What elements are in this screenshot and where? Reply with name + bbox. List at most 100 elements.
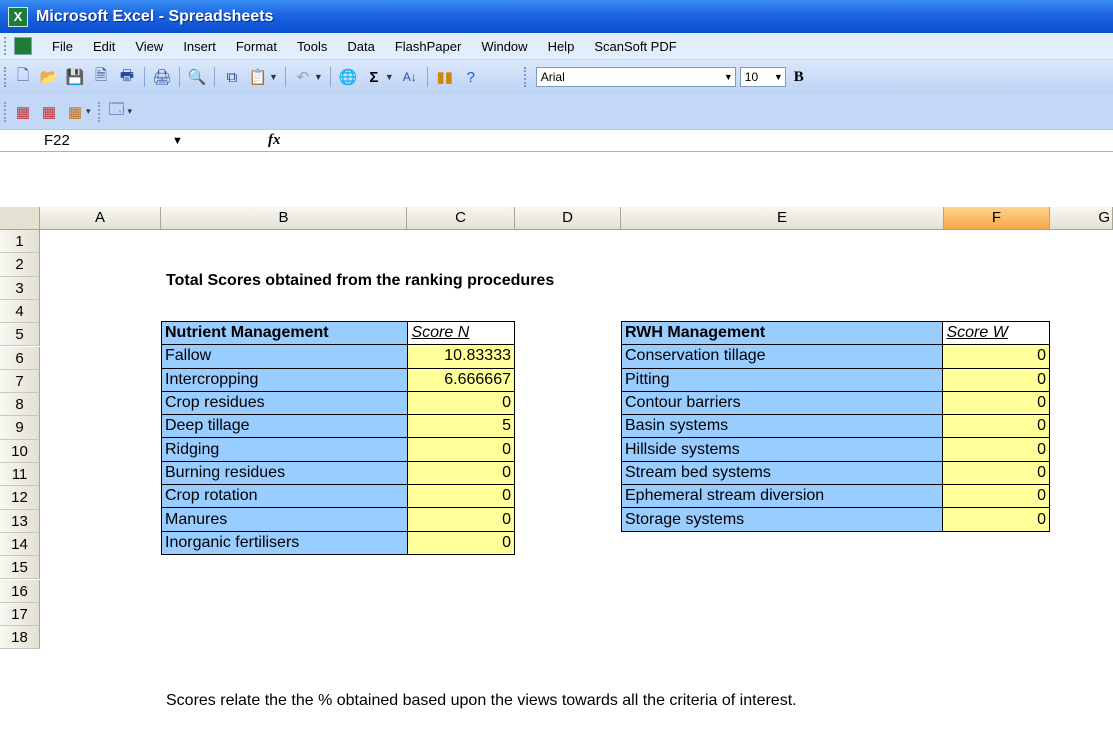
rwh-row-score[interactable]: 0 [942,460,1050,486]
row-header[interactable]: 7 [0,369,40,394]
menu-view[interactable]: View [125,39,173,54]
nutrient-row-score[interactable]: 0 [407,390,515,416]
column-header-d[interactable]: D [515,207,621,230]
row-header[interactable]: 17 [0,602,40,627]
column-header-c[interactable]: C [407,207,515,230]
hyperlink-icon[interactable]: 🌐 [337,66,359,88]
nutrient-row-label[interactable]: Burning residues [160,460,409,486]
nutrient-row-score[interactable]: 6.666667 [407,367,515,392]
rwh-row-label[interactable]: Conservation tillage [620,344,944,369]
rwh-row-label[interactable]: Ephemeral stream diversion [620,484,944,509]
menu-tools[interactable]: Tools [287,39,337,54]
row-header[interactable]: 11 [0,463,40,487]
toolbar-grip-icon[interactable] [523,67,530,87]
paste-dropdown-icon[interactable]: ▼ [269,72,278,82]
undo-icon[interactable]: ↶ [292,66,314,88]
rwh-row-label[interactable]: Storage systems [620,507,944,532]
worksheet-grid[interactable]: A B C D E F G 1 2 3 4 5 6 7 8 9 10 11 12 13 14 15 16 17 1… [0,152,1113,738]
row-header[interactable]: 18 [0,626,40,650]
nutrient-row-label[interactable]: Fallow [160,344,409,369]
bold-button[interactable]: B [794,69,804,86]
nutrient-row-score[interactable]: 0 [407,437,515,462]
name-box[interactable]: F22 ▼ [0,130,183,151]
paste-icon[interactable]: 📋 [247,66,269,88]
row-header[interactable]: 14 [0,532,40,557]
row-header[interactable]: 16 [0,579,40,603]
rwh-row-label[interactable]: Pitting [620,367,944,392]
flashpaper-options-icon[interactable]: ▾ [128,106,133,117]
workbook-icon[interactable] [14,37,32,55]
print-icon[interactable]: 🖨 [151,66,173,88]
column-header-g[interactable]: G [1050,207,1113,230]
nutrient-row-score[interactable]: 0 [407,460,515,486]
row-header[interactable]: 12 [0,486,40,510]
menu-window[interactable]: Window [471,39,537,54]
open-icon[interactable]: 📂 [38,66,60,88]
rwh-row-label[interactable]: Stream bed systems [620,460,944,486]
rwh-row-score[interactable]: 0 [942,437,1050,462]
menu-help[interactable]: Help [538,39,585,54]
rwh-header-score[interactable]: Score W [942,320,1050,346]
excel-app-icon[interactable]: X [8,6,28,27]
pdf-toolbar-options-icon[interactable]: ▾ [86,106,91,117]
email-icon[interactable]: 🖶 [116,66,138,88]
rwh-header-label[interactable]: RWH Management [620,320,944,346]
nutrient-row-label[interactable]: Intercropping [160,367,409,392]
nutrient-row-label[interactable]: Deep tillage [160,414,409,439]
copy-icon[interactable]: ⧉ [221,66,243,88]
font-size-select[interactable]: 10 ▼ [739,67,786,87]
nutrient-row-label[interactable]: Manures [160,507,409,532]
menu-format[interactable]: Format [226,39,287,54]
flashpaper-icon[interactable]: 🗔 [106,101,128,123]
font-size-dropdown-icon[interactable]: ▼ [774,72,783,82]
row-header[interactable]: 8 [0,393,40,417]
row-header[interactable]: 15 [0,556,40,580]
nutrient-header-score[interactable]: Score N [407,320,515,346]
toolbar-grip-icon[interactable] [4,67,10,87]
nutrient-row-label[interactable]: Crop residues [160,390,409,416]
column-header-a[interactable]: A [40,207,161,230]
rwh-row-score[interactable]: 0 [942,484,1050,509]
row-header[interactable]: 10 [0,439,40,463]
menu-file[interactable]: File [42,39,83,54]
permission-icon[interactable]: 🗎 [90,66,112,88]
row-header[interactable]: 3 [0,276,40,300]
nutrient-row-score[interactable]: 0 [407,484,515,509]
toolbar-grip-icon[interactable] [97,101,104,122]
menubar-grip-icon[interactable] [4,37,10,55]
insert-function-icon[interactable]: fx [268,132,281,149]
name-box-dropdown-icon[interactable]: ▼ [172,135,183,147]
column-header-b[interactable]: B [161,207,407,230]
sheet-footnote[interactable]: Scores relate the the % obtained based u… [166,692,797,710]
new-icon[interactable]: 🗋 [12,66,34,88]
autosum-dropdown-icon[interactable]: ▼ [385,72,394,82]
row-header[interactable]: 13 [0,509,40,533]
row-header[interactable]: 5 [0,323,40,347]
column-header-f[interactable]: F [944,207,1050,230]
rwh-row-score[interactable]: 0 [942,507,1050,532]
rwh-row-score[interactable]: 0 [942,367,1050,392]
row-header[interactable]: 9 [0,416,40,440]
help-icon[interactable]: ? [460,66,482,88]
font-name-dropdown-icon[interactable]: ▼ [724,72,733,82]
nutrient-row-score[interactable]: 10.83333 [407,344,515,369]
column-header-e[interactable]: E [621,207,944,230]
rwh-row-score[interactable]: 0 [942,344,1050,369]
sheet-heading[interactable]: Total Scores obtained from the ranking p… [166,272,554,290]
row-header[interactable]: 2 [0,253,40,277]
sort-ascending-icon[interactable]: A↓ [399,66,421,88]
menu-scansoft-pdf[interactable]: ScanSoft PDF [584,39,686,54]
rwh-row-score[interactable]: 0 [942,414,1050,439]
nutrient-row-score[interactable]: 5 [407,414,515,439]
pdf-review-icon[interactable]: ▦ [64,101,86,123]
undo-dropdown-icon[interactable]: ▼ [314,72,323,82]
nutrient-row-label[interactable]: Inorganic fertilisers [160,530,409,555]
rwh-row-label[interactable]: Basin systems [620,414,944,439]
rwh-row-score[interactable]: 0 [942,390,1050,416]
select-all-corner[interactable] [0,207,40,230]
nutrient-row-score[interactable]: 0 [407,530,515,555]
nutrient-row-label[interactable]: Ridging [160,437,409,462]
rwh-row-label[interactable]: Contour barriers [620,390,944,416]
row-header[interactable]: 6 [0,346,40,370]
menu-insert[interactable]: Insert [173,39,226,54]
